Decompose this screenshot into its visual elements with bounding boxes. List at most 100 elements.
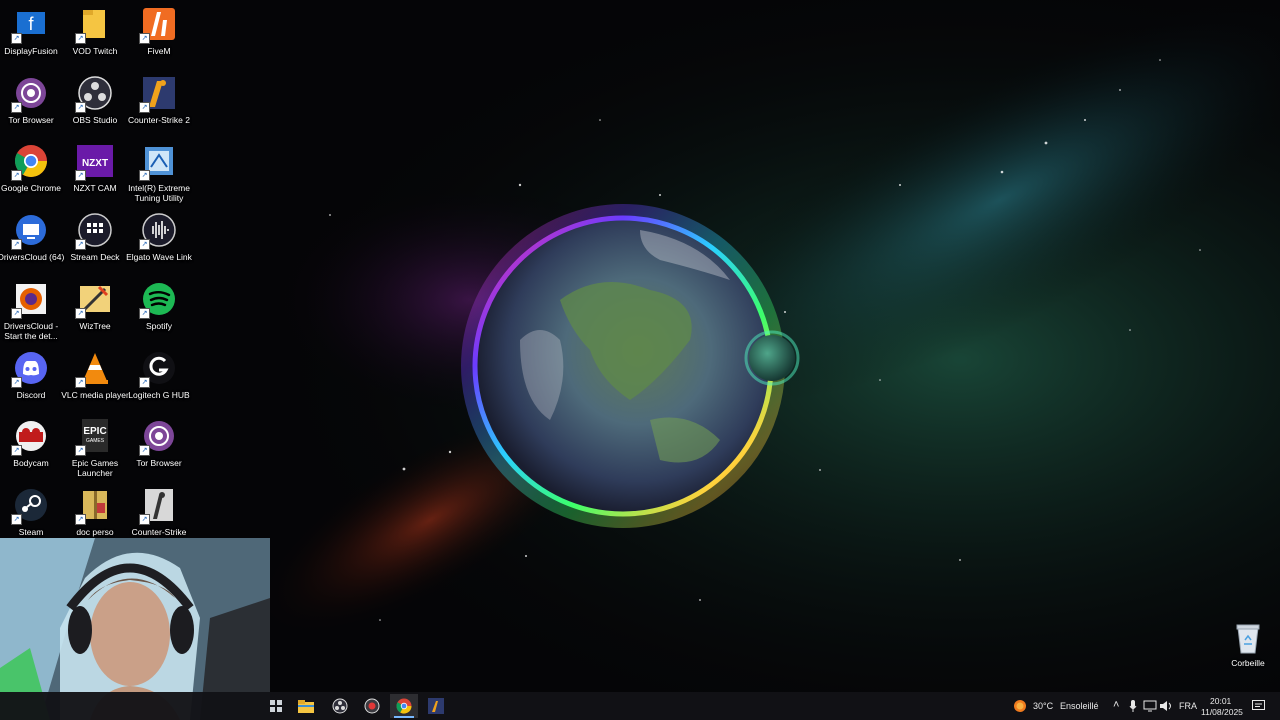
rec-icon [364,698,380,714]
grid-icon [270,700,282,712]
desktop-shortcut-tor-browser[interactable]: ↗ Tor Browser [0,73,63,139]
language-indicator[interactable]: FRA [1179,701,1197,711]
desktop-shortcut-bodycam[interactable]: ↗ Bodycam [0,416,63,482]
taskbar-chrome[interactable] [390,694,418,718]
shortcut-arrow-icon: ↗ [75,239,86,251]
desktop-shortcut-firefox[interactable]: ↗ DriversCloud - Start the det... [0,279,63,345]
desktop-shortcut-epic-games[interactable]: EPIC GAMES ↗ Epic Games Launcher [63,416,127,482]
counter-strike-2-icon [428,698,444,714]
tor-browser-icon: ↗ [11,75,49,113]
desktop-shortcut-label: Counter-Strike 2 [128,114,190,125]
desktop-shortcut-label: Counter-Strike [131,526,187,537]
desktop-shortcut-label: Stream Deck [70,252,120,263]
notifications-icon[interactable] [1252,700,1265,712]
folder-zip-icon: ↗ [75,487,113,525]
desktop-shortcut-displayfusion[interactable]: f ↗ DisplayFusion [0,4,63,70]
steam-icon: ↗ [11,487,49,525]
desktop-shortcut-logitech-ghub[interactable]: ↗ Logitech G HUB [127,348,191,414]
vlc-icon: ↗ [75,350,113,388]
shortcut-arrow-icon: ↗ [139,513,150,525]
desktop-shortcut-obs-studio[interactable]: ↗ OBS Studio [63,73,127,139]
fivem-icon: ↗ [139,6,177,44]
desktop-shortcut-label: Bodycam [13,458,49,469]
desktop-shortcut-nzxt-cam[interactable]: NZXT ↗ NZXT CAM [63,141,127,207]
weather-sun-icon [1014,700,1026,712]
desktop-shortcut-wave-link[interactable]: ↗ Elgato Wave Link [126,210,192,276]
bodycam-icon: ↗ [11,418,49,457]
discord-icon: ↗ [11,350,49,388]
wave-link-icon: ↗ [139,212,177,251]
recycle-bin-icon[interactable]: Corbeille [1218,622,1278,674]
network-icon[interactable] [1143,700,1157,712]
shortcut-arrow-icon: ↗ [11,33,22,44]
firefox-icon: ↗ [11,281,49,319]
desktop-shortcut-folder[interactable]: ↗ VOD Twitch [63,4,127,70]
weather-temperature[interactable]: 30°C [1033,701,1053,711]
clock-time[interactable]: 20:01 [1210,696,1231,706]
taskbar-rec-app[interactable] [358,694,386,718]
volume-icon[interactable] [1159,700,1173,712]
shortcut-arrow-icon: ↗ [139,101,150,113]
folder-icon: ↗ [75,6,113,44]
desktop-shortcut-label: Tor Browser [8,114,54,125]
desktop-shortcut-driverscloud[interactable]: ↗ DriversCloud (64) [0,210,64,276]
counter-strike-2-icon: ↗ [139,75,177,113]
shortcut-arrow-icon: ↗ [11,239,22,251]
svg-text:EPIC: EPIC [83,426,106,437]
desktop-shortcut-label: VOD Twitch [72,46,118,56]
shortcut-arrow-icon: ↗ [75,101,86,113]
intel-xtu-icon: ↗ [139,143,177,182]
nzxt-cam-icon: NZXT ↗ [75,143,113,182]
taskbar-counter-strike-2[interactable] [422,694,450,718]
desktop-shortcut-label: OBS Studio [72,114,118,125]
shortcut-arrow-icon: ↗ [11,307,22,319]
clock-date[interactable]: 11/08/2025 [1201,707,1243,717]
desktop-shortcut-label: doc perso [76,526,114,537]
microphone-icon[interactable] [1129,700,1137,712]
shortcut-arrow-icon: ↗ [139,33,150,44]
svg-text:GAMES: GAMES [86,438,105,444]
stream-deck-icon: ↗ [75,212,113,251]
desktop-shortcut-label: NZXT CAM [73,183,117,194]
shortcut-arrow-icon: ↗ [75,307,86,319]
desktop-shortcut-label: DriversCloud - Start the det... [3,320,59,341]
desktop-shortcut-label: VLC media player [61,389,129,400]
shortcut-arrow-icon: ↗ [11,513,22,525]
taskbar: 30°C Ensoleillé ˄ FRA 20:01 11/08/2025 [0,692,1280,720]
wiztree-icon: ↗ [75,281,113,319]
chrome-icon: ↗ [11,143,49,182]
desktop-shortcut-chrome[interactable]: ↗ Google Chrome [0,141,63,207]
desktop-shortcut-wiztree[interactable]: ↗ WizTree [63,279,127,345]
desktop-shortcut-stream-deck[interactable]: ↗ Stream Deck [63,210,127,276]
logitech-ghub-icon: ↗ [139,350,177,388]
shortcut-arrow-icon: ↗ [75,170,86,182]
taskbar-file-explorer[interactable] [292,694,320,718]
desktop-shortcut-tor-browser[interactable]: ↗ Tor Browser [127,416,191,482]
shortcut-arrow-icon: ↗ [11,376,22,388]
desktop-shortcut-spotify[interactable]: ↗ Spotify [127,279,191,345]
tor-browser-icon: ↗ [139,418,177,457]
shortcut-arrow-icon: ↗ [11,445,22,457]
desktop-shortcut-label: Intel(R) Extreme Tuning Utility [128,183,190,204]
shortcut-arrow-icon: ↗ [139,445,150,457]
desktop-shortcut-discord[interactable]: ↗ Discord [0,348,63,414]
desktop-shortcut-counter-strike-2[interactable]: ↗ Counter-Strike 2 [127,73,191,139]
desktop-shortcut-label: WizTree [79,320,111,331]
shortcut-arrow-icon: ↗ [139,307,150,319]
recycle-bin-glyph [1236,624,1260,654]
desktop-shortcut-label: Epic Games Launcher [71,458,119,479]
desktop-shortcut-intel-xtu[interactable]: ↗ Intel(R) Extreme Tuning Utility [127,141,191,207]
weather-condition[interactable]: Ensoleillé [1060,701,1099,711]
spotify-icon: ↗ [139,281,177,319]
shortcut-arrow-icon: ↗ [75,376,86,388]
desktop-shortcut-vlc[interactable]: ↗ VLC media player [61,348,129,414]
taskbar-item-extra[interactable] [262,694,290,718]
desktop-shortcut-label: Logitech G HUB [128,389,190,400]
shortcut-arrow-icon: ↗ [139,170,150,182]
shortcut-arrow-icon: ↗ [75,33,86,44]
chevron-up-icon[interactable]: ˄ [1113,699,1119,711]
desktop-shortcut-fivem[interactable]: ↗ FiveM [127,4,191,70]
taskbar-obs-studio[interactable] [326,694,354,718]
desktop-shortcut-label: Google Chrome [0,183,61,194]
shortcut-arrow-icon: ↗ [11,101,22,113]
